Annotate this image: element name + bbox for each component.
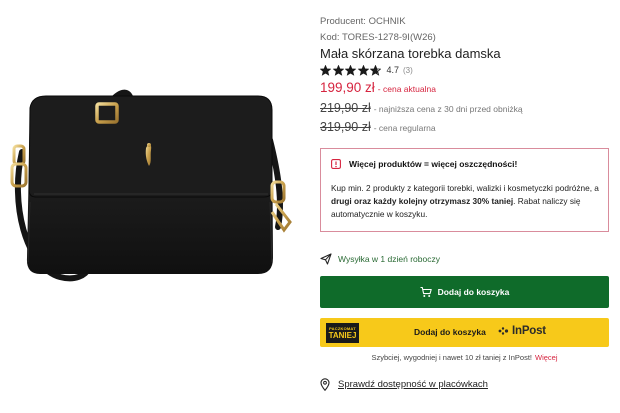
promo-title: Więcej produktów = więcej oszczędności! <box>349 159 518 169</box>
product-code: Kod: TORES-1278-9I(W26) <box>320 32 436 43</box>
inpost-button-label: Dodaj do koszyka <box>414 327 486 337</box>
promo-body: Kup min. 2 produkty z kategorii torebki,… <box>331 182 603 221</box>
promo-header: Więcej produktów = więcej oszczędności! <box>331 159 517 169</box>
check-availability-link[interactable]: Sprawdź dostępność w placówkach <box>320 378 488 391</box>
star-icon <box>345 64 356 76</box>
inpost-add-to-cart-button[interactable]: PACZKOMAT TANIEJ Dodaj do koszyka InPost <box>320 318 609 347</box>
inpost-logo-text: InPost <box>512 325 546 337</box>
price-lowest-row: 219,90 zł - najniższa cena z 30 dni prze… <box>320 101 523 115</box>
price-lowest: 219,90 zł <box>320 101 371 115</box>
add-to-cart-button[interactable]: Dodaj do koszyka <box>320 276 609 308</box>
inpost-logo-icon <box>498 327 509 335</box>
star-icon <box>370 64 381 76</box>
paczkomat-badge: PACZKOMAT TANIEJ <box>326 323 359 343</box>
availability-text: Sprawdź dostępność w placówkach <box>338 379 488 390</box>
shipping-info: Wysyłka w 1 dzień roboczy <box>320 253 440 265</box>
rating-stars <box>320 64 383 76</box>
paper-plane-icon <box>320 253 332 265</box>
price-lowest-note: - najniższa cena z 30 dni przed obniżką <box>373 104 523 114</box>
promo-box: Więcej produktów = więcej oszczędności! … <box>320 148 609 232</box>
rating-value: 4.7 <box>386 65 400 75</box>
product-title: Mała skórzana torebka damska <box>320 46 501 61</box>
producer-label: Producent: OCHNIK <box>320 16 406 27</box>
inpost-note-text: Szybciej, wygodniej i nawet 10 zł taniej… <box>371 353 532 362</box>
price-current: 199,90 zł <box>320 80 375 95</box>
star-icon <box>332 64 344 76</box>
add-to-cart-label: Dodaj do koszyka <box>437 287 510 297</box>
promo-line-2-rest: . Rabat naliczy się <box>513 196 581 206</box>
promo-line-1: Kup min. 2 produkty z kategorii torebki,… <box>331 183 599 193</box>
star-icon <box>357 64 369 76</box>
product-image[interactable] <box>0 62 305 312</box>
alert-icon <box>331 159 341 169</box>
inpost-logo: InPost <box>497 325 546 337</box>
rating[interactable]: 4.7 (3) <box>320 64 413 76</box>
price-regular-note: - cena regularna <box>373 123 436 133</box>
shipping-text: Wysyłka w 1 dzień roboczy <box>338 254 440 264</box>
star-icon <box>320 64 331 76</box>
inpost-more-link[interactable]: Więcej <box>535 353 558 362</box>
cart-icon <box>420 286 432 297</box>
price-current-note: - cena aktualna <box>377 84 436 94</box>
map-pin-icon <box>320 378 330 391</box>
badge-bottom-text: TANIEJ <box>328 331 357 340</box>
inpost-note: Szybciej, wygodniej i nawet 10 zł taniej… <box>320 353 609 362</box>
promo-line-2-bold: drugi oraz każdy kolejny otrzymasz 30% t… <box>331 196 514 206</box>
price-regular: 319,90 zł <box>320 120 371 134</box>
rating-count: (3) <box>403 65 413 75</box>
price-current-row: 199,90 zł - cena aktualna <box>320 80 436 95</box>
price-regular-row: 319,90 zł - cena regularna <box>320 120 436 134</box>
promo-line-3: automatycznie w koszyku. <box>331 209 428 219</box>
